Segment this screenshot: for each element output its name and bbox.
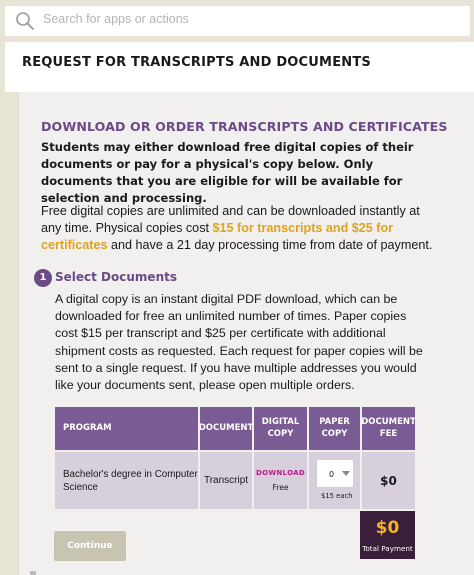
column-header-document-fee: DOCUMENT FEE xyxy=(361,407,416,450)
continue-button[interactable]: Continue xyxy=(54,531,126,561)
search-input[interactable]: Search for apps or actions xyxy=(43,12,189,26)
column-header-digital-copy: DIGITAL COPY xyxy=(254,407,307,450)
step-label: Select Documents xyxy=(55,270,177,284)
pricing-text-part-2: and have a 21 day processing time from d… xyxy=(107,238,433,252)
search-bar[interactable]: Search for apps or actions xyxy=(5,6,470,36)
page-title: REQUEST FOR TRANSCRIPTS AND DOCUMENTS xyxy=(22,55,371,70)
total-payment-box: $0 Total Payment xyxy=(360,511,415,559)
cell-document-fee: $0 xyxy=(362,452,415,509)
search-icon xyxy=(16,12,34,30)
paper-copy-price-each: $15 each xyxy=(321,492,353,500)
scroll-indicator xyxy=(30,571,36,575)
cell-program: Bachelor's degree in Computer Science xyxy=(55,452,198,509)
total-payment-amount: $0 xyxy=(375,518,400,538)
cell-digital-copy: DOWNLOAD Free xyxy=(254,452,307,509)
paper-copy-quantity-value: 0 xyxy=(329,470,335,479)
pricing-text: Free digital copies are unlimited and ca… xyxy=(41,203,441,254)
total-payment-label: Total Payment xyxy=(362,544,413,553)
free-label: Free xyxy=(272,483,289,492)
column-header-document: DOCUMENT xyxy=(199,407,253,450)
column-header-program: PROGRAM xyxy=(55,407,198,450)
intro-text: Students may either download free digita… xyxy=(41,140,414,205)
step-description: A digital copy is an instant digital PDF… xyxy=(55,292,423,393)
chevron-down-icon xyxy=(342,471,350,476)
cell-document: Transcript xyxy=(200,452,252,509)
column-header-paper-copy: PAPER COPY xyxy=(309,407,360,450)
step-number-badge: 1 xyxy=(34,269,52,287)
download-link[interactable]: DOWNLOAD xyxy=(256,469,305,477)
section-heading: DOWNLOAD OR ORDER TRANSCRIPTS AND CERTIF… xyxy=(41,119,448,134)
